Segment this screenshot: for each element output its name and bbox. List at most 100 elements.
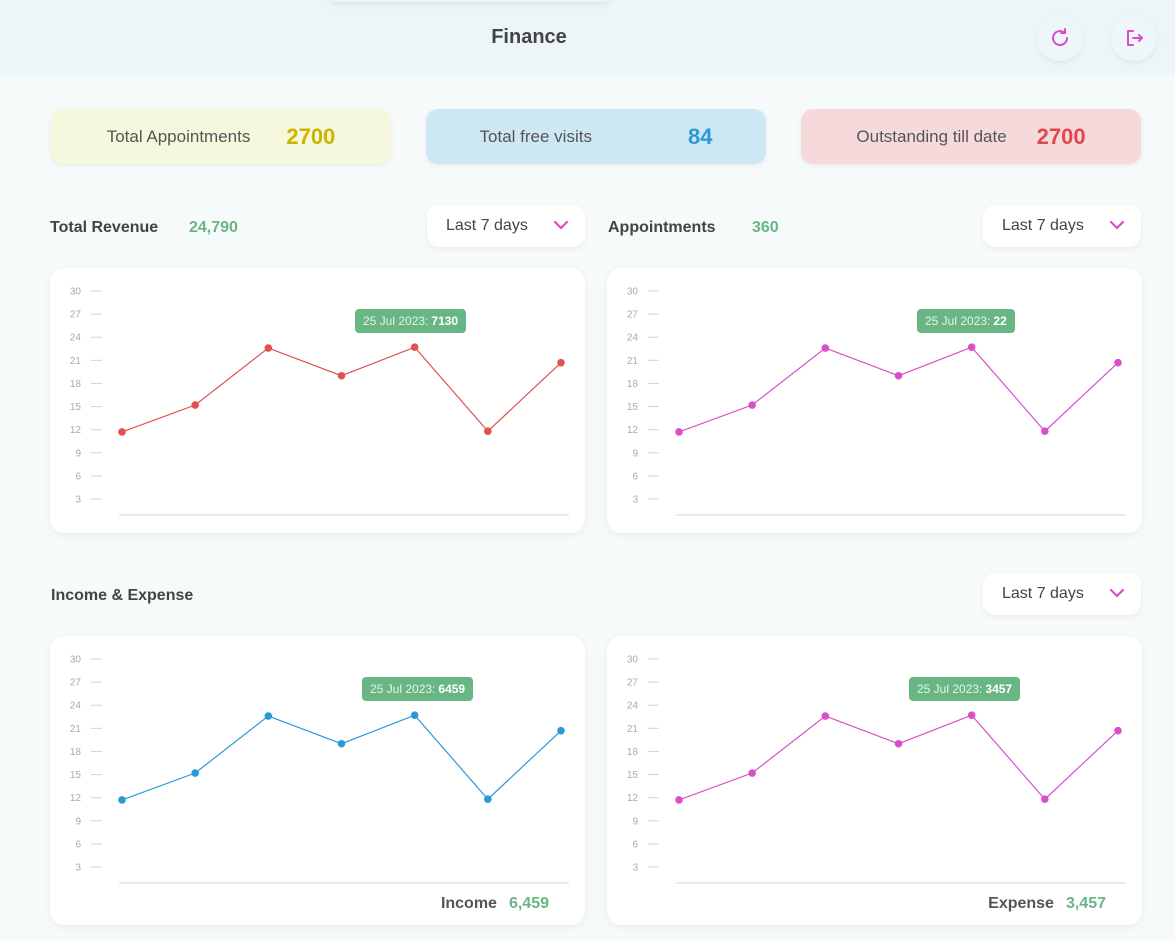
data-point xyxy=(1041,427,1049,436)
appointments-chart: 3 6 9 12 15 18 21 24 27 30 25 Jul 2023: 22 xyxy=(607,268,1142,533)
dropdown-label: Last 7 days xyxy=(446,217,528,234)
data-point xyxy=(675,428,683,436)
y-tick-label: 15 xyxy=(70,402,82,413)
revenue-range-dropdown[interactable]: Last 7 days xyxy=(427,205,585,247)
tooltip-date: 25 Jul 2023: xyxy=(363,314,429,328)
data-point xyxy=(821,344,830,352)
y-tick-label: 12 xyxy=(70,793,82,804)
dropdown-label: Last 7 days xyxy=(1002,217,1084,234)
y-tick-label: 30 xyxy=(70,655,82,666)
y-tick-label: 21 xyxy=(70,356,82,367)
y-tick-label: 12 xyxy=(627,793,639,804)
stat-label: Outstanding till date xyxy=(856,126,1007,146)
chart-tooltip: 25 Jul 2023: 22 xyxy=(917,309,1015,333)
revenue-title: Total Revenue xyxy=(50,219,159,236)
y-tick-label: 30 xyxy=(627,655,639,666)
chevron-down-icon xyxy=(1109,220,1125,230)
y-tick-label: 18 xyxy=(70,379,82,390)
data-point xyxy=(191,401,199,409)
expense-chart-svg: 3 6 9 12 15 18 21 24 27 30 xyxy=(627,655,1126,884)
y-tick-label: 30 xyxy=(627,287,639,298)
income-series-line xyxy=(121,714,562,801)
income-summary: Income 6,459 xyxy=(441,895,549,913)
stat-card-total-appointments: Total Appointments 2700 xyxy=(51,109,391,164)
data-point xyxy=(967,343,976,352)
y-tick-label: 21 xyxy=(70,724,82,735)
y-tick-label: 24 xyxy=(70,333,82,344)
chevron-down-icon xyxy=(1109,588,1125,598)
chevron-down-icon xyxy=(553,220,569,230)
chart-tooltip: 25 Jul 2023: 6459 xyxy=(362,677,474,701)
appointments-series-line xyxy=(678,346,1119,433)
tooltip-value: 7130 xyxy=(431,314,459,328)
y-tick-label: 12 xyxy=(70,425,82,436)
y-tick-label: 27 xyxy=(627,678,639,689)
y-tick-label: 24 xyxy=(627,333,639,344)
data-point xyxy=(748,769,756,777)
y-tick-label: 27 xyxy=(70,678,82,689)
income-chart-svg: 3 6 9 12 15 18 21 24 27 30 xyxy=(70,655,569,884)
stat-value: 84 xyxy=(687,123,713,149)
y-tick-label: 24 xyxy=(70,701,82,712)
y-tick-label: 15 xyxy=(627,402,639,413)
data-point xyxy=(675,796,683,804)
data-point xyxy=(1114,358,1122,367)
data-point xyxy=(337,739,346,748)
tooltip-date: 25 Jul 2023: xyxy=(917,682,983,696)
data-point xyxy=(894,371,903,380)
income-expense-range-dropdown[interactable]: Last 7 days xyxy=(983,573,1141,615)
revenue-chart: 3 6 9 12 15 18 21 24 27 30 25 Jul 2023: 7130 xyxy=(50,268,585,533)
dropdown-label: Last 7 days xyxy=(1002,585,1084,602)
y-tick-label: 18 xyxy=(70,747,82,758)
y-tick-label: 6 xyxy=(75,839,81,850)
expense-chart: 3 6 9 12 15 18 21 24 27 30 25 Jul 2023: 3457 Expen… xyxy=(607,636,1142,925)
stat-card-total-free-visits: Total free visits 84 xyxy=(426,109,766,164)
data-point xyxy=(967,711,976,720)
expense-label: Expense xyxy=(988,895,1054,912)
y-tick-label: 12 xyxy=(627,425,639,436)
top-bar: Finance xyxy=(0,0,1175,75)
stat-label: Total Appointments xyxy=(106,126,251,146)
data-point xyxy=(410,711,419,720)
chart-tooltip: 25 Jul 2023: 7130 xyxy=(355,309,467,333)
data-point xyxy=(118,428,126,436)
data-point xyxy=(557,358,565,367)
y-tick-label: 9 xyxy=(75,816,81,827)
y-tick-label: 21 xyxy=(627,724,639,735)
page-title: Finance xyxy=(491,26,567,48)
data-point xyxy=(410,343,419,352)
income-label: Income xyxy=(440,895,497,912)
y-tick-label: 15 xyxy=(70,770,82,781)
y-tick-label: 30 xyxy=(70,287,82,298)
stat-label: Total free visits xyxy=(479,126,592,146)
tooltip-value: 3457 xyxy=(985,682,1013,696)
appointments-title: Appointments xyxy=(608,219,716,236)
y-tick-label: 21 xyxy=(627,356,639,367)
y-tick-label: 3 xyxy=(632,863,638,874)
data-point xyxy=(1114,726,1122,735)
y-tick-label: 6 xyxy=(632,839,638,850)
appointments-range-dropdown[interactable]: Last 7 days xyxy=(983,205,1141,247)
data-point xyxy=(191,769,199,777)
refresh-button[interactable] xyxy=(1037,15,1083,61)
expense-series-line xyxy=(678,714,1119,801)
appointments-value: 360 xyxy=(752,219,779,236)
refresh-icon xyxy=(1052,28,1069,47)
stat-value: 2700 xyxy=(286,123,336,149)
revenue-series-line xyxy=(121,346,562,433)
y-tick-label: 3 xyxy=(632,495,638,506)
expense-summary: Expense 3,457 xyxy=(988,895,1106,913)
y-tick-label: 6 xyxy=(75,471,81,482)
y-tick-label: 24 xyxy=(627,701,639,712)
data-point xyxy=(337,371,346,380)
data-point xyxy=(264,344,273,352)
appointments-chart-svg: 3 6 9 12 15 18 21 24 27 30 xyxy=(627,287,1126,516)
y-tick-label: 15 xyxy=(627,770,639,781)
y-tick-label: 3 xyxy=(75,863,81,874)
data-point xyxy=(894,739,903,748)
tooltip-value: 22 xyxy=(993,314,1007,328)
y-tick-label: 9 xyxy=(75,448,81,459)
data-point xyxy=(484,795,492,804)
logout-button[interactable] xyxy=(1111,15,1157,61)
stat-card-outstanding: Outstanding till date 2700 xyxy=(801,109,1141,164)
